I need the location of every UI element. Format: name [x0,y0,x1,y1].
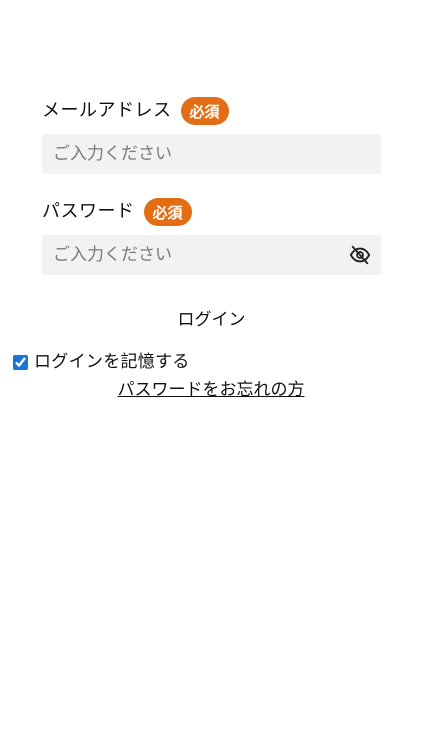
password-required-badge: 必須 [143,198,192,226]
login-button[interactable]: ログイン [42,300,381,334]
eye-slash-icon[interactable] [348,243,372,267]
password-field-box[interactable] [42,235,381,275]
remember-login-label: ログインを記憶する [34,352,190,372]
email-input[interactable] [53,134,381,174]
email-required-badge: 必須 [180,97,229,125]
email-label: メールアドレス [42,100,172,121]
email-field-box[interactable] [42,134,381,174]
password-input[interactable] [53,235,343,275]
password-label: パスワード [42,201,135,222]
remember-login-row[interactable]: ログインを記憶する [13,351,190,373]
forgot-password-link[interactable]: パスワードをお忘れの方 [0,378,422,402]
email-label-row: メールアドレス 必須 [42,97,229,125]
password-label-row: パスワード 必須 [42,198,192,226]
remember-login-checkbox[interactable] [13,354,28,370]
